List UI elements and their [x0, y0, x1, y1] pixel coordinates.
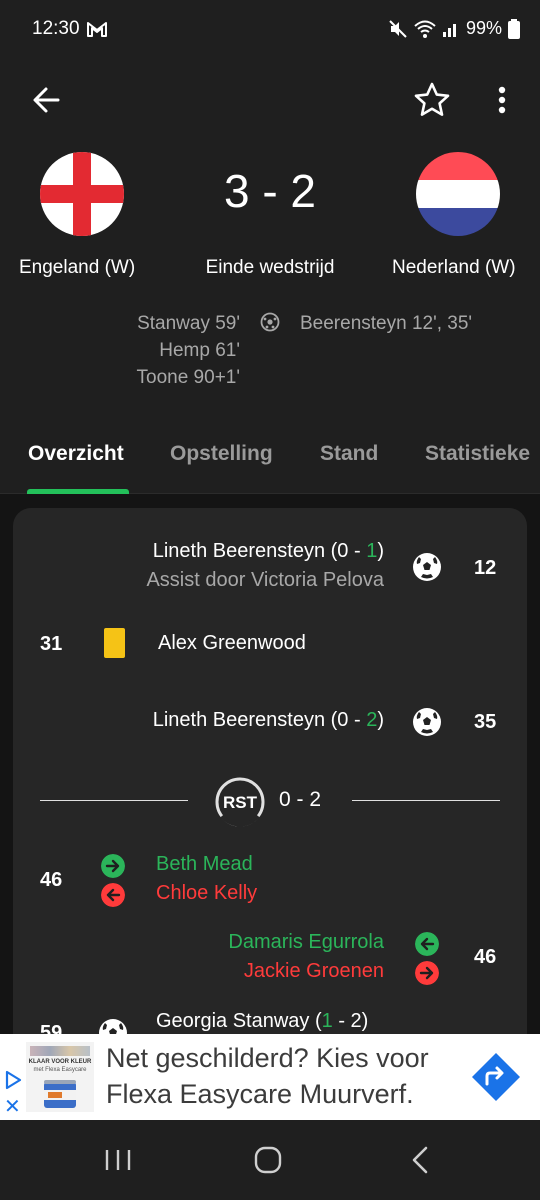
event-score-highlight: 1 — [366, 540, 378, 562]
goal-ball-icon — [413, 553, 441, 581]
ad-close-icon[interactable]: ✕ — [4, 1094, 21, 1119]
event-score-close: ) — [377, 540, 384, 562]
ad-banner[interactable]: ✕ KLAAR VOOR KLEUR met Flexa Easycare Ne… — [0, 1034, 540, 1120]
ad-directions-icon[interactable] — [470, 1051, 522, 1103]
system-nav-bar — [0, 1120, 540, 1200]
status-icons: 99% — [388, 18, 520, 39]
ad-thumb-caption: met Flexa Easycare — [33, 1067, 87, 1073]
home-icon[interactable] — [248, 1142, 288, 1178]
event-score-highlight: 2 — [366, 709, 378, 731]
ad-text-line: Flexa Easycare Muurverf. — [106, 1079, 414, 1109]
goal-event-player[interactable]: Georgia Stanway (1 - 2) — [156, 1010, 368, 1033]
scorer-line: Stanway 59' — [137, 313, 240, 334]
event-minute: 46 — [474, 946, 497, 968]
events-card — [13, 508, 527, 1068]
ad-text-line: Net geschilderd? Kies voor — [106, 1043, 429, 1073]
signal-icon — [442, 23, 456, 37]
sub-in-arrow-icon — [101, 854, 125, 878]
battery-percent: 99% — [465, 18, 502, 38]
sub-out-player[interactable]: Jackie Groenen — [244, 960, 384, 983]
card-event-player[interactable]: Alex Greenwood — [158, 632, 306, 655]
goal-event-player[interactable]: Lineth Beerensteyn (0 - 1) — [153, 540, 384, 563]
status-bar: 12:30 99% — [0, 0, 540, 60]
event-score-highlight: 1 — [321, 1010, 333, 1032]
tab-statistics[interactable]: Statistieke — [425, 442, 530, 466]
tab-bar: Overzicht Opstelling Stand Statistieke — [0, 420, 540, 494]
ad-thumbnail[interactable]: KLAAR VOOR KLEUR met Flexa Easycare — [26, 1042, 94, 1112]
favorite-star-icon[interactable] — [410, 78, 454, 122]
goal-event-player[interactable]: Lineth Beerensteyn (0 - 2) — [153, 709, 384, 732]
event-score-open: (0 - — [330, 540, 367, 562]
event-minute: 12 — [474, 557, 497, 579]
scorer-line: Hemp 61' — [159, 340, 240, 361]
halftime-score: 0 - 2 — [279, 788, 322, 811]
scorer-line: Toone 90+1' — [136, 367, 240, 388]
event-score-close: - 2) — [332, 1010, 369, 1032]
paint-can-icon — [44, 1080, 76, 1108]
sub-out-arrow-icon — [415, 961, 439, 985]
event-minute: 31 — [40, 633, 63, 655]
sub-in-arrow-icon — [415, 932, 439, 956]
event-minute: 35 — [474, 711, 497, 733]
tab-lineup[interactable]: Opstelling — [170, 442, 273, 466]
player-name: Lineth Beerensteyn — [152, 540, 326, 562]
scorer-line: Beerensteyn 12', 35' — [300, 313, 473, 334]
sub-out-player[interactable]: Chloe Kelly — [156, 882, 257, 905]
home-scorers: Stanway 59' Hemp 61' Toone 90+1' — [137, 310, 240, 391]
halftime-badge-label: RST — [223, 793, 258, 812]
ad-text[interactable]: Net geschilderd? Kies voor Flexa Easycar… — [106, 1040, 466, 1112]
status-time: 12:30 — [32, 18, 80, 39]
ad-choices-icon[interactable] — [4, 1070, 22, 1090]
ad-thumb-caption: KLAAR VOOR KLEUR — [28, 1059, 92, 1065]
tab-overview[interactable]: Overzicht — [28, 442, 124, 466]
goal-ball-icon — [260, 312, 280, 332]
battery-icon — [508, 18, 520, 39]
event-score-open: ( — [314, 1010, 322, 1032]
sub-in-player[interactable]: Beth Mead — [156, 853, 253, 876]
player-name: Lineth Beerensteyn — [152, 709, 326, 731]
mute-icon — [389, 19, 407, 38]
goal-ball-icon — [413, 708, 441, 736]
ad-color-swatches — [30, 1046, 90, 1056]
event-score-close: ) — [377, 709, 384, 731]
assist-text: Assist door Victoria Pelova — [146, 569, 384, 591]
event-minute: 46 — [40, 869, 63, 891]
halftime-divider-right — [352, 800, 500, 801]
recent-apps-icon[interactable] — [98, 1142, 138, 1178]
app-bar — [0, 70, 540, 126]
more-options-icon[interactable] — [484, 78, 520, 122]
yellow-card-icon — [104, 628, 125, 658]
match-score: 3 - 2 — [223, 165, 317, 217]
event-score-open: (0 - — [330, 709, 367, 731]
away-scorers: Beerensteyn 12', 35' — [300, 310, 472, 337]
gmail-icon — [87, 22, 107, 37]
match-state: Einde wedstrijd — [205, 257, 335, 278]
back-arrow-icon[interactable] — [28, 80, 68, 120]
tab-standings[interactable]: Stand — [320, 442, 378, 466]
halftime-divider-left — [40, 800, 188, 801]
sub-out-arrow-icon — [101, 883, 125, 907]
player-name: Georgia Stanway — [156, 1010, 310, 1032]
back-icon[interactable] — [400, 1142, 440, 1178]
halftime-badge-icon: RST — [215, 777, 265, 827]
sub-in-player[interactable]: Damaris Egurrola — [228, 931, 384, 954]
wifi-icon — [414, 20, 436, 38]
